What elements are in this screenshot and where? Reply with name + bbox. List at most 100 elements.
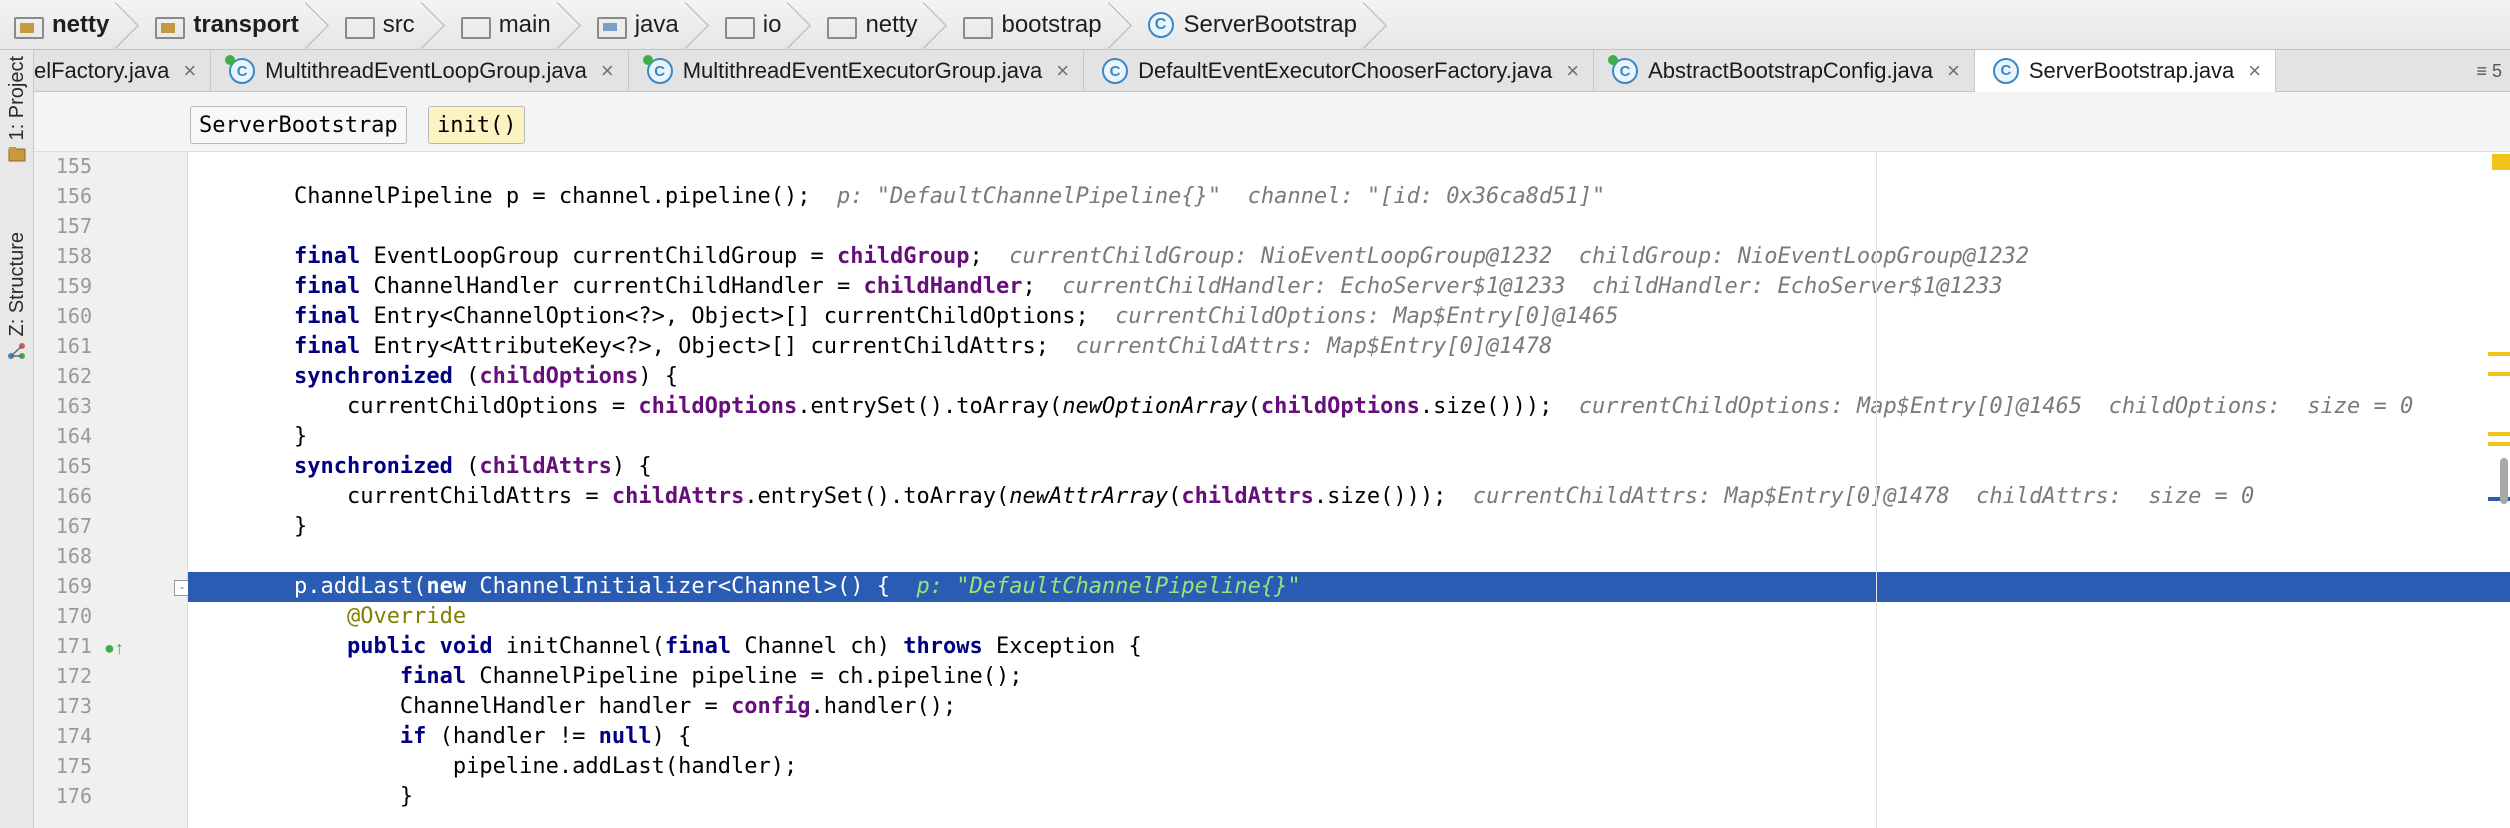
- inline-debug-value: p: "DefaultChannelPipeline{}": [916, 574, 1301, 599]
- code-line-169-execution-point: p.addLast(new ChannelInitializer<Channel…: [188, 572, 2510, 602]
- tab-abstractbootstrapconfig[interactable]: C AbstractBootstrapConfig.java ×: [1594, 50, 1975, 92]
- line-number: 163: [55, 394, 92, 418]
- code-line-161: final Entry<AttributeKey<?>, Object>[] c…: [293, 334, 1553, 359]
- editor-tab-row: elFactory.java × C MultithreadEventLoopGro…: [34, 50, 2510, 92]
- class-icon: C: [1102, 58, 1129, 84]
- breadcrumb-src[interactable]: src: [331, 0, 447, 50]
- warning-marker[interactable]: [2488, 432, 2510, 436]
- tab-overflow-button[interactable]: ≡ 5: [2476, 50, 2502, 92]
- code-line-159: final ChannelHandler currentChildHandler…: [293, 274, 2003, 299]
- class-icon: C: [1992, 57, 2019, 84]
- line-number: 159: [55, 274, 92, 298]
- close-icon[interactable]: ×: [1566, 58, 1579, 84]
- code-line-156: ChannelPipeline p = channel.pipeline(); …: [188, 184, 1606, 209]
- breadcrumb-io[interactable]: io: [711, 0, 814, 50]
- module-folder-icon: [155, 14, 186, 39]
- code-line-176: }: [399, 784, 414, 809]
- module-folder-icon: [14, 14, 44, 39]
- abstract-class-icon: C: [225, 55, 256, 84]
- code-line-162: synchronized (childOptions) {: [293, 364, 679, 389]
- breadcrumb-bootstrap[interactable]: bootstrap: [949, 0, 1133, 50]
- inline-debug-value: currentChildOptions: Map$Entry[0]@1465 c…: [1578, 394, 2414, 419]
- code-line-164: }: [293, 424, 308, 449]
- breadcrumb-main[interactable]: main: [447, 0, 583, 50]
- close-icon[interactable]: ×: [2248, 58, 2261, 84]
- line-number: 156: [55, 184, 92, 208]
- right-margin-guide: [1876, 152, 1877, 828]
- tab-multithreadeventloopgroup[interactable]: C MultithreadEventLoopGroup.java ×: [211, 50, 629, 92]
- code-line-172: final ChannelPipeline pipeline = ch.pipe…: [399, 664, 1023, 689]
- line-number: 174: [55, 724, 92, 748]
- class-icon: C: [1147, 11, 1174, 38]
- close-icon[interactable]: ×: [183, 58, 196, 84]
- line-number: 160: [55, 304, 92, 328]
- warning-marker[interactable]: [2488, 352, 2510, 356]
- folder-icon: [344, 14, 375, 39]
- breadcrumb-transport[interactable]: transport: [141, 0, 330, 50]
- close-icon[interactable]: ×: [601, 58, 614, 84]
- line-number: 171: [55, 634, 92, 658]
- inline-debug-value: currentChildHandler: EchoServer$1@1233 c…: [1062, 274, 2003, 299]
- class-crumb[interactable]: ServerBootstrap: [190, 106, 407, 144]
- warning-marker[interactable]: [2488, 442, 2510, 446]
- source-folder-icon: [596, 14, 627, 39]
- navigation-bar: netty transport src main java io netty b…: [0, 0, 2510, 50]
- close-icon[interactable]: ×: [1056, 58, 1069, 84]
- code-line-171: public void initChannel(final Channel ch…: [346, 634, 1142, 659]
- editor-gutter[interactable]: 155 156 157 158 159 160 161 162 163 164 165 166 167 1…: [34, 152, 188, 828]
- package-icon: [724, 14, 755, 39]
- line-number: 170: [55, 604, 92, 628]
- line-number: 161: [55, 334, 92, 358]
- inline-debug-value: currentChildAttrs: Map$Entry[0]@1478 chi…: [1472, 484, 2255, 509]
- code-line-173: ChannelHandler handler = config.handler(…: [399, 694, 957, 719]
- tab-multithreadeventexecutorgroup[interactable]: C MultithreadEventExecutorGroup.java ×: [629, 50, 1085, 92]
- code-line-160: final Entry<ChannelOption<?>, Object>[] …: [293, 304, 1619, 329]
- structure-tool-tab[interactable]: Z: Structure: [0, 232, 34, 360]
- line-number: 176: [55, 784, 92, 808]
- code-editor[interactable]: ChannelPipeline p = channel.pipeline(); …: [188, 152, 2510, 828]
- project-folder-icon: [8, 147, 26, 162]
- inline-debug-value: currentChildAttrs: Map$Entry[0]@1478: [1075, 334, 1553, 359]
- package-icon: [963, 14, 994, 39]
- implements-method-icon[interactable]: ●↑: [104, 638, 124, 659]
- line-number: 166: [55, 484, 92, 508]
- line-number: 168: [55, 544, 92, 568]
- code-line-165: synchronized (childAttrs) {: [293, 454, 652, 479]
- line-number: 167: [55, 514, 92, 538]
- line-number: 169: [55, 574, 92, 598]
- line-number: 162: [55, 364, 92, 388]
- tool-window-strip: 1: Project Z: Structure: [0, 50, 34, 828]
- code-line-170: @Override: [346, 604, 467, 629]
- breadcrumb-serverbootstrap[interactable]: C ServerBootstrap: [1134, 0, 1389, 50]
- code-line-163: currentChildOptions = childOptions.entry…: [346, 394, 2414, 419]
- code-line-158: final EventLoopGroup currentChildGroup =…: [293, 244, 2030, 269]
- breadcrumb-netty-package[interactable]: netty: [813, 0, 949, 50]
- tab-serverbootstrap[interactable]: C ServerBootstrap.java ×: [1974, 50, 2277, 92]
- warning-marker[interactable]: [2492, 154, 2510, 170]
- inline-debug-value: p: "DefaultChannelPipeline{}" channel: "…: [837, 184, 1606, 209]
- method-breadcrumb-bar: ServerBootstrap init(): [34, 92, 2510, 152]
- method-crumb[interactable]: init(): [428, 106, 526, 144]
- tab-eventloopchooser[interactable]: elFactory.java ×: [34, 50, 212, 92]
- structure-icon: [8, 343, 25, 360]
- folder-icon: [460, 14, 491, 39]
- breadcrumb-java[interactable]: java: [583, 0, 711, 50]
- package-icon: [827, 14, 858, 39]
- abstract-class-icon: C: [642, 55, 673, 84]
- breadcrumb-netty-module[interactable]: netty: [0, 0, 141, 50]
- line-number: 172: [55, 664, 92, 688]
- warning-marker[interactable]: [2488, 372, 2510, 376]
- code-line-167: }: [293, 514, 308, 539]
- vertical-scrollbar[interactable]: [2500, 458, 2508, 504]
- line-number: 165: [55, 454, 92, 478]
- line-number: 158: [55, 244, 92, 268]
- inline-debug-value: currentChildOptions: Map$Entry[0]@1465: [1115, 304, 1619, 329]
- project-tool-tab[interactable]: 1: Project: [0, 56, 34, 164]
- tab-list-icon: ≡ 5: [2476, 60, 2502, 81]
- tab-defaulteventexecutorchooserfactory[interactable]: C DefaultEventExecutorChooserFactory.java…: [1084, 50, 1595, 92]
- line-number: 157: [55, 214, 92, 238]
- line-number: 155: [55, 154, 92, 178]
- code-line-166: currentChildAttrs = childAttrs.entrySet(…: [346, 484, 2255, 509]
- close-icon[interactable]: ×: [1947, 58, 1960, 84]
- line-number: 175: [55, 754, 92, 778]
